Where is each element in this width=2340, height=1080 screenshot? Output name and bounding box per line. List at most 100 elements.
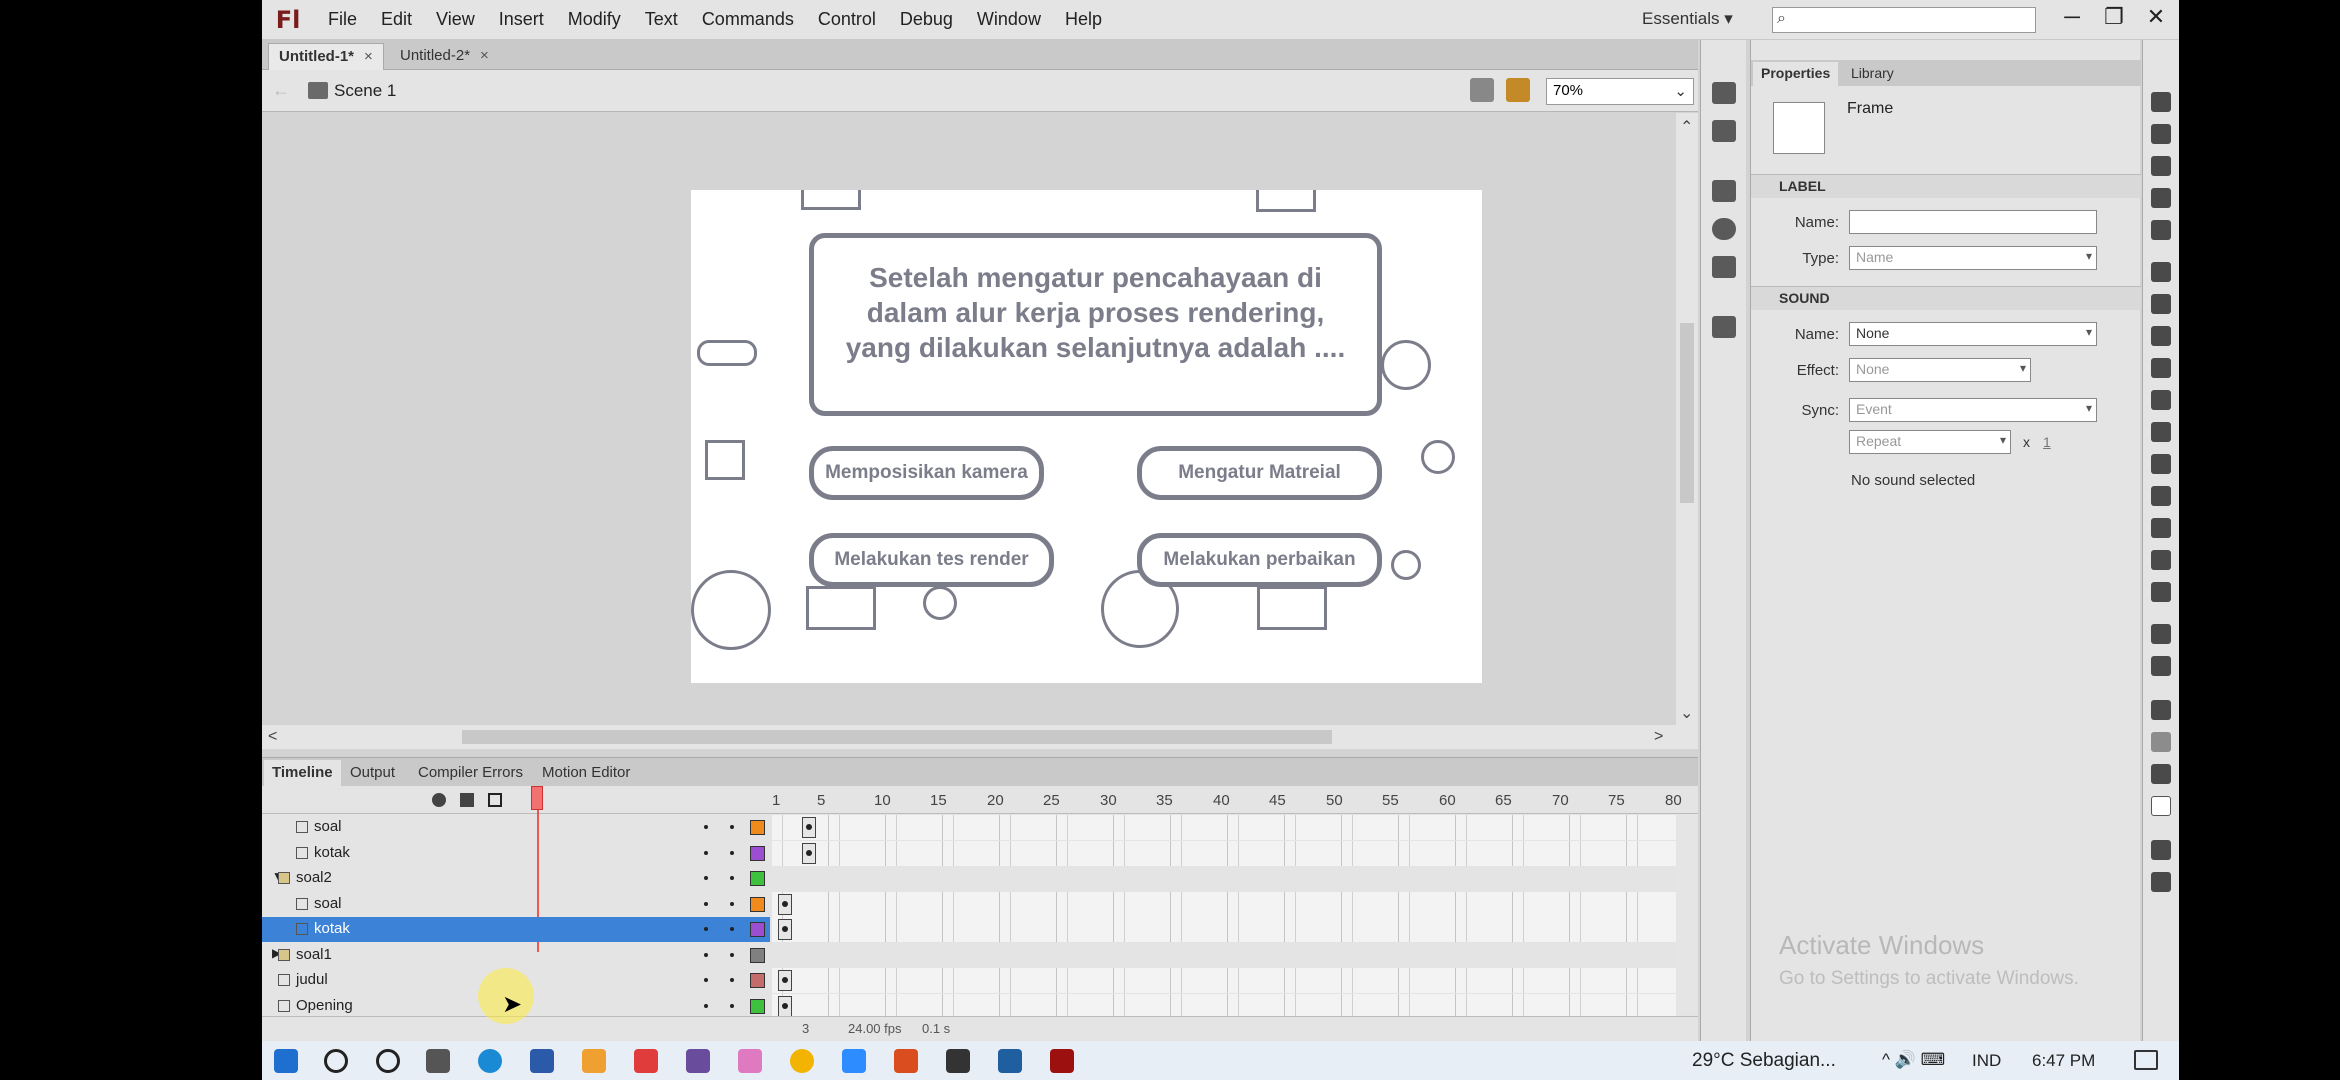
minimize-button[interactable]: ─ <box>2056 4 2088 32</box>
layer-row[interactable]: judul <box>262 968 1676 993</box>
lock-dot[interactable] <box>730 902 734 906</box>
subselection-tool-icon[interactable] <box>2151 124 2171 144</box>
answer-button-c[interactable]: Melakukan tes render <box>809 533 1054 587</box>
visibility-dot[interactable] <box>704 953 708 957</box>
windows-start-icon[interactable] <box>274 1049 298 1073</box>
office-icon[interactable] <box>894 1049 918 1073</box>
free-transform-tool-icon[interactable] <box>2151 156 2171 176</box>
menu-insert[interactable]: Insert <box>487 9 556 30</box>
bone-tool-icon[interactable] <box>2151 486 2171 506</box>
scrollbar-thumb[interactable] <box>1680 323 1694 503</box>
layer-color-swatch[interactable] <box>750 922 765 937</box>
lock-dot[interactable] <box>730 978 734 982</box>
weather-widget[interactable]: 29°C Sebagian... <box>1692 1050 1836 1072</box>
layer-row[interactable]: kotak <box>262 917 1676 942</box>
visibility-dot[interactable] <box>704 851 708 855</box>
layer-row[interactable]: kotak <box>262 841 1676 866</box>
sound-name-select[interactable]: None ▾ <box>1849 322 2097 346</box>
cortana-icon[interactable] <box>376 1049 400 1073</box>
answer-button-a[interactable]: Memposisikan kamera <box>809 446 1044 500</box>
menu-text[interactable]: Text <box>633 9 690 30</box>
task-view-icon[interactable] <box>426 1049 450 1073</box>
tab-compiler-errors[interactable]: Compiler Errors <box>410 760 531 786</box>
label-type-select[interactable]: Name ▾ <box>1849 246 2097 270</box>
clock[interactable]: 6:47 PM <box>2032 1051 2095 1071</box>
pencil-tool-icon[interactable] <box>2151 390 2171 410</box>
chrome-icon[interactable] <box>790 1049 814 1073</box>
menu-edit[interactable]: Edit <box>369 9 424 30</box>
hand-tool-icon[interactable] <box>2151 624 2171 644</box>
menu-file[interactable]: File <box>316 9 369 30</box>
scroll-left-icon[interactable]: < <box>268 728 277 746</box>
lock-dot[interactable] <box>730 953 734 957</box>
edit-scene-icon[interactable] <box>1470 78 1494 102</box>
frame-rate[interactable]: 24.00 fps <box>848 1021 902 1036</box>
layer-name-column[interactable]: ▼soal2 <box>262 866 770 891</box>
swap-colors-icon[interactable] <box>2151 872 2171 892</box>
playhead[interactable] <box>531 786 543 810</box>
frame-track[interactable] <box>772 917 1676 942</box>
edit-symbols-icon[interactable] <box>1506 78 1530 102</box>
fill-swatch[interactable] <box>2151 796 2171 816</box>
selection-tool-icon[interactable] <box>2151 92 2171 112</box>
menu-modify[interactable]: Modify <box>556 9 633 30</box>
layer-color-swatch[interactable] <box>750 948 765 963</box>
flash-taskbar-icon[interactable] <box>1050 1049 1074 1073</box>
transform-icon[interactable] <box>1712 256 1736 278</box>
paint-icon[interactable] <box>738 1049 762 1073</box>
scroll-right-icon[interactable]: > <box>1654 728 1663 746</box>
answer-button-b[interactable]: Mengatur Matreial <box>1137 446 1382 500</box>
frame-track[interactable] <box>772 892 1676 917</box>
visibility-dot[interactable] <box>704 978 708 982</box>
keyframe[interactable] <box>778 970 792 991</box>
info-icon[interactable] <box>1712 218 1736 240</box>
layer-name-column[interactable]: soal <box>262 815 770 840</box>
scroll-down-icon[interactable]: ⌄ <box>1680 703 1693 723</box>
help-search-input[interactable]: ⌕ <box>1772 7 2036 33</box>
visibility-dot[interactable] <box>704 927 708 931</box>
layer-color-swatch[interactable] <box>750 897 765 912</box>
keyframe[interactable] <box>802 843 816 864</box>
frame-track[interactable] <box>772 841 1676 866</box>
visibility-dot[interactable] <box>704 902 708 906</box>
black-white-icon[interactable] <box>2151 840 2171 860</box>
menu-control[interactable]: Control <box>806 9 888 30</box>
terminal-icon[interactable] <box>946 1049 970 1073</box>
keyframe[interactable] <box>802 817 816 838</box>
frame-track[interactable] <box>772 815 1676 840</box>
network-app-icon[interactable] <box>998 1049 1022 1073</box>
zoom-tool-icon[interactable] <box>2151 656 2171 676</box>
layer-row[interactable]: soal <box>262 815 1676 840</box>
3d-rotation-tool-icon[interactable] <box>2151 188 2171 208</box>
system-tray-icons[interactable]: ^ 🔊 ⌨ <box>1882 1050 1945 1070</box>
keyframe[interactable] <box>778 919 792 940</box>
layer-color-swatch[interactable] <box>750 973 765 988</box>
text-tool-icon[interactable] <box>2151 294 2171 314</box>
zoom-app-icon[interactable] <box>842 1049 866 1073</box>
layer-color-swatch[interactable] <box>750 820 765 835</box>
tab-untitled-2[interactable]: Untitled-2* × <box>390 43 499 70</box>
close-icon[interactable]: × <box>480 47 489 64</box>
pen-tool-icon[interactable] <box>2151 262 2171 282</box>
menu-help[interactable]: Help <box>1053 9 1114 30</box>
components-icon[interactable] <box>1712 316 1736 338</box>
back-arrow-icon[interactable]: ← <box>272 80 290 101</box>
menu-window[interactable]: Window <box>965 9 1053 30</box>
stroke-swatch[interactable] <box>2151 732 2171 752</box>
stage-canvas[interactable]: Setelah mengatur pencahayaan di dalam al… <box>691 190 1482 683</box>
label-section-header[interactable]: LABEL <box>1751 174 2141 198</box>
lock-dot[interactable] <box>730 876 734 880</box>
lock-dot[interactable] <box>730 1004 734 1008</box>
layer-color-swatch[interactable] <box>750 846 765 861</box>
eraser-tool-icon[interactable] <box>2151 582 2171 602</box>
frame-name-field[interactable] <box>1849 210 2097 234</box>
answer-button-d[interactable]: Melakukan perbaikan <box>1137 533 1382 587</box>
visibility-dot[interactable] <box>704 876 708 880</box>
lock-icon[interactable] <box>460 793 474 807</box>
sound-section-header[interactable]: SOUND <box>1751 286 2141 310</box>
workspace-switcher[interactable]: Essentials ▾ <box>1642 9 1733 29</box>
tab-untitled-1[interactable]: Untitled-1* × <box>268 43 384 70</box>
tab-properties[interactable]: Properties <box>1753 62 1839 86</box>
lock-dot[interactable] <box>730 927 734 931</box>
sync-select[interactable]: Event ▾ <box>1849 398 2097 422</box>
